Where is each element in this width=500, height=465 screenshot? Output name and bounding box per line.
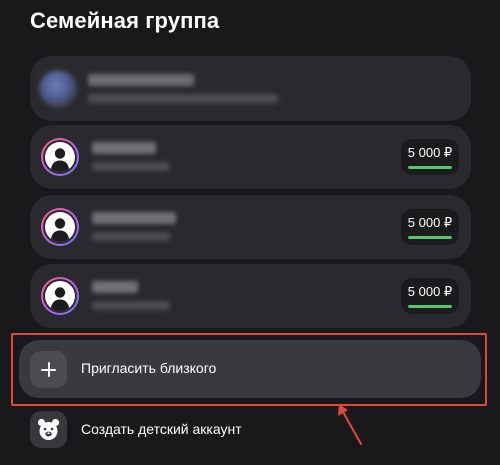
limit-badge: 5 000 ₽ bbox=[401, 139, 459, 175]
member-name-blurred bbox=[92, 281, 138, 293]
limit-amount: 5 000 ₽ bbox=[407, 284, 453, 299]
member-subtitle-blurred bbox=[92, 162, 170, 171]
limit-progress-bar bbox=[408, 166, 452, 169]
owner-card[interactable] bbox=[30, 56, 471, 121]
family-group-screen: Семейная группа 5 000 ₽ 5 000 ₽ 5 000 ₽ … bbox=[0, 0, 500, 465]
invite-member-button[interactable]: Пригласить близкого bbox=[19, 340, 481, 398]
member-card[interactable]: 5 000 ₽ bbox=[30, 125, 471, 189]
member-avatar bbox=[41, 277, 79, 315]
plus-icon bbox=[30, 351, 67, 388]
member-card[interactable]: 5 000 ₽ bbox=[30, 195, 471, 259]
pointer-arrow-annotation bbox=[338, 404, 362, 445]
create-child-account-label: Создать детский аккаунт bbox=[81, 421, 242, 437]
member-subtitle-blurred bbox=[92, 232, 170, 241]
member-avatar bbox=[41, 208, 79, 246]
member-name-blurred bbox=[92, 142, 156, 154]
user-silhouette-icon bbox=[45, 142, 75, 172]
page-title: Семейная группа bbox=[30, 8, 220, 33]
user-silhouette-icon bbox=[45, 281, 75, 311]
owner-subtitle-blurred bbox=[88, 94, 278, 103]
member-subtitle-blurred bbox=[92, 301, 170, 310]
limit-badge: 5 000 ₽ bbox=[401, 209, 459, 245]
owner-name-blurred bbox=[88, 74, 194, 86]
limit-amount: 5 000 ₽ bbox=[407, 215, 453, 230]
limit-progress-bar bbox=[408, 236, 452, 239]
member-name-blurred bbox=[92, 212, 176, 224]
member-card[interactable]: 5 000 ₽ bbox=[30, 264, 471, 328]
invite-member-label: Пригласить близкого bbox=[81, 360, 217, 376]
bear-face-icon bbox=[30, 411, 67, 448]
limit-progress-bar bbox=[408, 305, 452, 308]
owner-avatar bbox=[39, 70, 77, 108]
user-silhouette-icon bbox=[45, 212, 75, 242]
limit-badge: 5 000 ₽ bbox=[401, 278, 459, 314]
member-avatar bbox=[41, 138, 79, 176]
limit-amount: 5 000 ₽ bbox=[407, 145, 453, 160]
create-child-account-button[interactable]: Создать детский аккаунт bbox=[19, 405, 481, 455]
